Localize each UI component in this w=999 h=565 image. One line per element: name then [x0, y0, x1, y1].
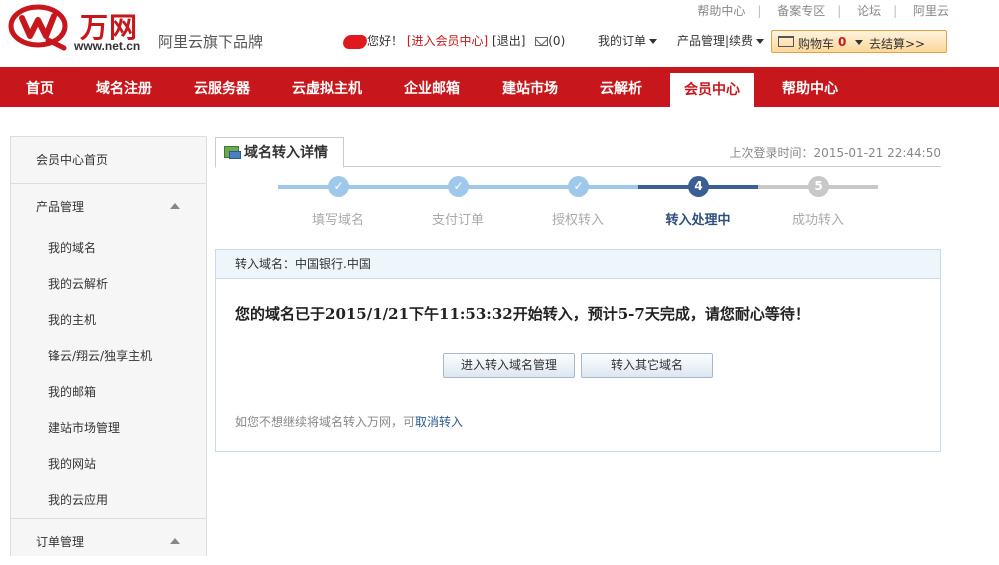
step-3-check-icon: ✓	[568, 176, 589, 197]
cart-count: 0	[838, 35, 847, 49]
redacted-username	[340, 34, 370, 49]
nav-item-cloud-dns[interactable]: 云解析	[589, 67, 653, 107]
transfer-status-message: 您的域名已于2015/1/21下午11:53:32开始转入，预计5-7天完成，请…	[235, 305, 810, 323]
transfer-other-domain-button[interactable]: 转入其它域名	[581, 353, 713, 378]
step-4-number: 4	[688, 176, 709, 197]
logo[interactable]: 万网 www.net.cn 阿里云旗下品牌	[8, 4, 268, 53]
chevron-down-icon	[649, 39, 658, 44]
sidebar-group-product[interactable]: 产品管理	[11, 184, 206, 230]
nav-item-domain-register[interactable]: 域名注册	[84, 67, 164, 107]
brand-domain: www.net.cn	[74, 39, 141, 53]
sidebar-item-my-mail[interactable]: 我的邮箱	[11, 374, 206, 410]
my-orders-label: 我的订单	[598, 34, 647, 48]
member-center-link[interactable]: [进入会员中心]	[407, 34, 488, 48]
step-3-label: 授权转入	[551, 213, 604, 228]
domain-transfer-icon	[224, 146, 241, 159]
step-1-label: 填写域名	[311, 213, 364, 228]
cancel-transfer-link[interactable]: 取消转入	[415, 415, 463, 429]
cart-label: 购物车	[798, 37, 835, 51]
content-tabbar: 域名转入详情 上次登录时间：2015-01-21 22:44:50	[215, 137, 941, 168]
manage-transferred-domain-button[interactable]: 进入转入域名管理	[443, 353, 575, 378]
top-link-beian[interactable]: 备案专区	[777, 4, 825, 18]
product-management-menu[interactable]: 产品管理|续费	[677, 32, 765, 49]
main-nav: 首页 域名注册 云服务器 云虚拟主机 企业邮箱 建站市场 云解析 会员中心 帮助…	[0, 67, 999, 107]
top-links: 帮助中心 | 备案专区 | 论坛 | 阿里云	[697, 4, 949, 18]
user-bar: 您好！ [进入会员中心] [退出] (0)	[340, 32, 565, 52]
sidebar-item-my-hosts[interactable]: 我的主机	[11, 302, 206, 338]
sidebar-group-label: 产品管理	[36, 200, 85, 214]
cart-button[interactable]: 购物车 0 去结算>>	[771, 30, 947, 53]
transfer-status-panel: 转入域名：中国银行.中国 您的域名已于2015/1/21下午11:53:32开始…	[215, 249, 941, 452]
cancel-note-text: 如您不想继续将域名转入万网，可	[235, 415, 416, 429]
greeting: 您好！	[367, 34, 404, 48]
checkout-link[interactable]: 去结算>>	[869, 35, 925, 52]
step-4-label: 转入处理中	[665, 213, 731, 228]
nav-item-enterprise-mail[interactable]: 企业邮箱	[392, 67, 472, 107]
step-2-check-icon: ✓	[448, 176, 469, 197]
transfer-domain-line: 转入域名：中国银行.中国	[216, 250, 940, 279]
chevron-down-icon[interactable]	[855, 40, 863, 45]
progress-steps: ✓ ✓ ✓ 4 5 填写域名 支付订单 授权转入 转入处理中 成功转入	[278, 175, 878, 235]
nav-item-member-center[interactable]: 会员中心	[670, 73, 754, 107]
logout-link[interactable]: [退出]	[492, 34, 525, 48]
sidebar: 会员中心首页 产品管理 我的域名 我的云解析 我的主机 锋云/翔云/独享主机 我…	[10, 136, 207, 556]
top-link-forum[interactable]: 论坛	[857, 4, 881, 18]
collapse-arrow-icon	[170, 203, 180, 209]
shopping-cart-icon	[778, 36, 794, 47]
sidebar-group-orders[interactable]: 订单管理	[11, 518, 206, 564]
sidebar-item-my-dns[interactable]: 我的云解析	[11, 266, 206, 302]
nav-item-help-center[interactable]: 帮助中心	[770, 67, 850, 107]
header: 万网 www.net.cn 阿里云旗下品牌 帮助中心 | 备案专区 | 论坛 | 阿里…	[0, 0, 999, 67]
cancel-note: 如您不想继续将域名转入万网，可取消转入	[235, 413, 463, 430]
step-5-label: 成功转入	[791, 213, 844, 228]
tab-domain-transfer-detail[interactable]: 域名转入详情	[215, 137, 344, 168]
tab-label: 域名转入详情	[244, 145, 328, 161]
mail-count[interactable]: (0)	[548, 34, 565, 48]
last-login-time: 上次登录时间：2015-01-21 22:44:50	[729, 146, 941, 160]
step-1-check-icon: ✓	[328, 176, 349, 197]
nav-item-cloud-server[interactable]: 云服务器	[182, 67, 262, 107]
sidebar-item-my-sites[interactable]: 我的网站	[11, 446, 206, 482]
top-link-aliyun[interactable]: 阿里云	[913, 4, 949, 18]
wanwang-logo-icon	[8, 4, 68, 51]
nav-item-virtual-host[interactable]: 云虚拟主机	[282, 67, 372, 107]
mail-icon[interactable]	[535, 37, 549, 46]
product-management-label: 产品管理|续费	[677, 34, 754, 48]
step-2-label: 支付订单	[431, 213, 484, 228]
sidebar-item-dedicated-hosts[interactable]: 锋云/翔云/独享主机	[11, 338, 206, 374]
top-link-help[interactable]: 帮助中心	[697, 4, 745, 18]
brand-slogan: 阿里云旗下品牌	[158, 33, 264, 51]
sidebar-item-site-market-mgmt[interactable]: 建站市场管理	[11, 410, 206, 446]
sidebar-group-label: 订单管理	[36, 535, 85, 549]
collapse-arrow-icon	[170, 538, 180, 544]
step-5-number: 5	[808, 176, 829, 197]
nav-item-home[interactable]: 首页	[10, 67, 70, 107]
chevron-down-icon	[756, 39, 765, 44]
my-orders-menu[interactable]: 我的订单	[598, 32, 658, 49]
nav-item-site-market[interactable]: 建站市场	[490, 67, 570, 107]
sidebar-item-my-cloud-apps[interactable]: 我的云应用	[11, 482, 206, 518]
sidebar-item-my-domains[interactable]: 我的域名	[11, 230, 206, 266]
sidebar-item-member-home[interactable]: 会员中心首页	[11, 137, 206, 184]
